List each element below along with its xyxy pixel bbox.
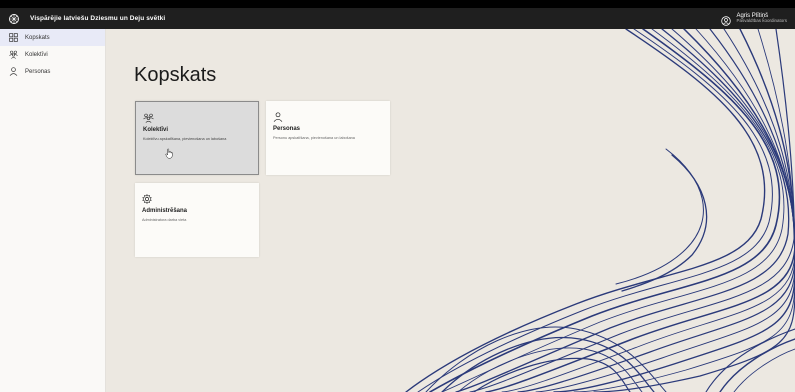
sidebar-item-kolektivi[interactable]: Kolektīvi [0, 46, 105, 63]
sidebar-item-label: Personas [25, 68, 51, 75]
dashboard-icon [9, 33, 18, 42]
sidebar-item-personas[interactable]: Personas [0, 63, 105, 80]
gear-icon [142, 191, 152, 204]
festival-logo-icon[interactable] [8, 13, 20, 25]
page-title: Kopskats [134, 64, 217, 86]
card-description: Kolektīvu apskatīšana, pievienošana un l… [143, 137, 227, 141]
user-menu[interactable]: Agris Plītiņš Pasvaldības koordinators [721, 13, 787, 27]
hand-cursor-icon [165, 148, 173, 159]
card-administresana[interactable]: Administrēšana Administratora darba viet… [135, 183, 259, 257]
person-icon [273, 109, 283, 122]
card-title: Personas [273, 126, 301, 132]
sidebar: Kopskats Kolektīvi Personas [0, 29, 106, 392]
sidebar-item-kopskats[interactable]: Kopskats [0, 29, 105, 46]
group-icon [143, 110, 154, 123]
sidebar-item-label: Kopskats [25, 34, 50, 41]
sidebar-item-label: Kolektīvi [25, 51, 48, 58]
card-personas[interactable]: Personas Personu apskatīšana, pievienoša… [266, 101, 390, 175]
main-content: Kopskats Kolektīvi Kolektīvu apskatīšana… [106, 29, 795, 392]
card-title: Administrēšana [142, 208, 188, 214]
person-icon [9, 67, 18, 76]
top-bar: Vispārējie latviešu Dziesmu un Deju svēt… [0, 0, 795, 29]
card-kolektivi[interactable]: Kolektīvi Kolektīvu apskatīšana, pievien… [135, 101, 259, 175]
user-role: Pasvaldības koordinators [736, 18, 787, 24]
card-title: Kolektīvi [143, 127, 169, 133]
card-description: Personu apskatīšana, pievienošana un lab… [273, 136, 355, 140]
user-avatar-icon [721, 13, 732, 27]
group-icon [9, 50, 18, 59]
card-description: Administratora darba vieta [142, 218, 187, 222]
app-title[interactable]: Vispārējie latviešu Dziesmu un Deju svēt… [30, 15, 165, 22]
